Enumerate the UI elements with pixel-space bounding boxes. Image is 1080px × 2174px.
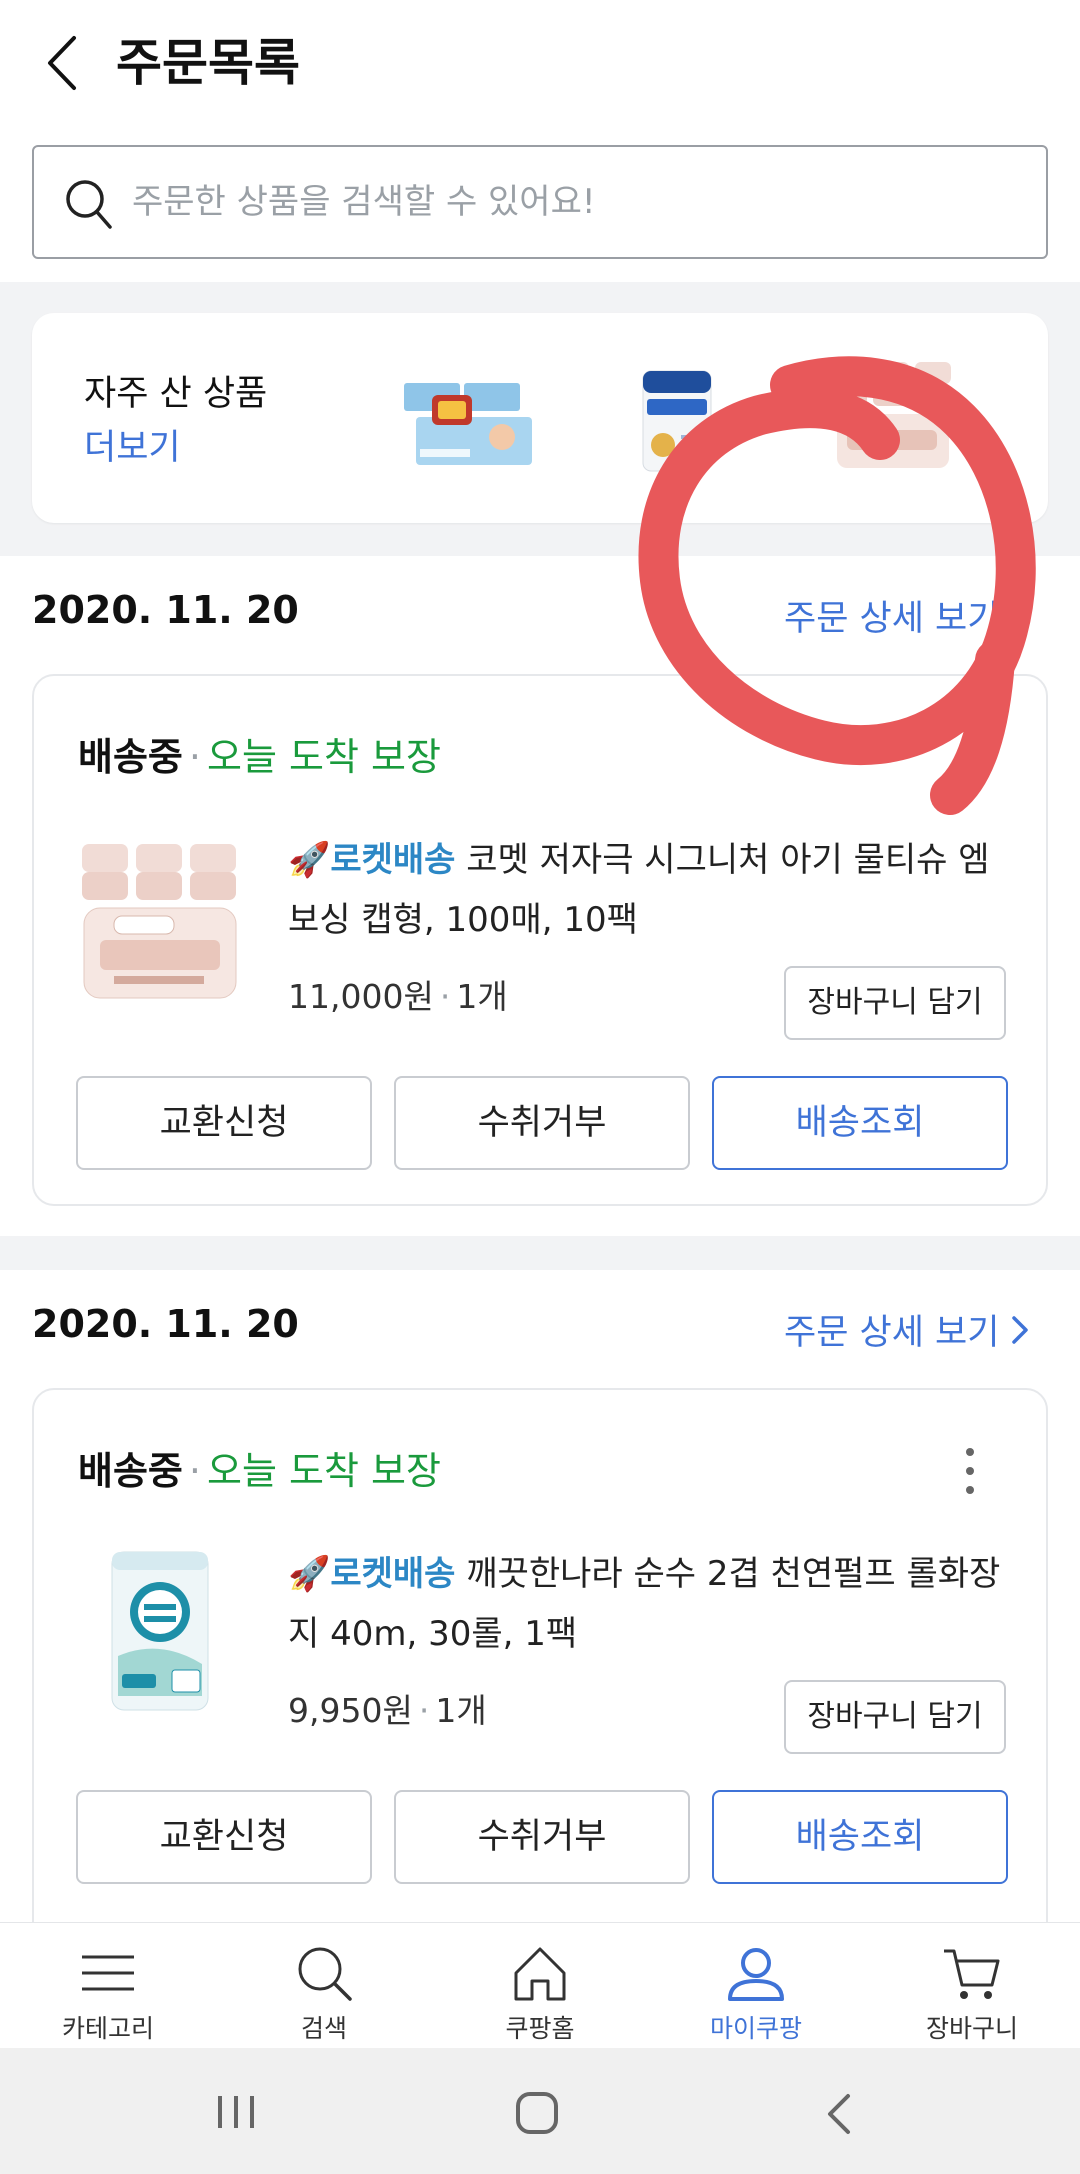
- price-separator: ·: [418, 1691, 430, 1730]
- delivery-status: 배송중 · 오늘 도착 보장: [78, 1440, 441, 1495]
- order-detail-link[interactable]: 주문 상세 보기: [784, 590, 999, 641]
- frequent-products-card: 자주 산 상품 더보기: [32, 313, 1048, 523]
- status-separator: ·: [188, 735, 201, 779]
- nav-label: 쿠팡홈: [505, 2014, 575, 2043]
- product-image-toilet-paper[interactable]: [74, 1546, 244, 1716]
- rocket-delivery-label: 로켓배송: [330, 1554, 456, 1594]
- rocket-delivery-label: 로켓배송: [330, 840, 456, 880]
- status-label: 배송중: [78, 735, 183, 779]
- price-value: 11,000원: [288, 977, 434, 1016]
- nav-item-home[interactable]: 쿠팡홈: [432, 1923, 648, 2049]
- page-title: 주문목록: [116, 34, 300, 92]
- rocket-icon: 🚀: [288, 1554, 331, 1594]
- search-icon: [66, 180, 112, 229]
- price-value: 9,950원: [288, 1691, 413, 1730]
- order-section: 2020. 11. 20 주문 상세 보기 배송중 · 오늘 도착 보장 🚀로켓배송…: [0, 1270, 1080, 1948]
- price-separator: ·: [439, 977, 451, 1016]
- product-price: 9,950원 · 1개: [288, 1684, 487, 1732]
- frequent-product-thumbnail-formula[interactable]: [637, 365, 717, 477]
- home-icon: [514, 1947, 566, 2001]
- add-to-cart-button[interactable]: 장바구니 담기: [784, 1680, 1006, 1754]
- menu-icon: [82, 1955, 134, 1991]
- search-placeholder: 주문한 상품을 검색할 수 있어요!: [132, 182, 596, 222]
- product-image-wipes[interactable]: [74, 836, 244, 1006]
- product-price: 11,000원 · 1개: [288, 970, 508, 1018]
- status-separator: ·: [188, 1449, 201, 1493]
- frequent-product-thumbnail-diapers[interactable]: [402, 373, 552, 473]
- nav-label: 카테고리: [61, 2014, 154, 2043]
- track-delivery-button[interactable]: 배송조회: [712, 1076, 1008, 1170]
- more-options-icon[interactable]: [960, 1446, 980, 1496]
- order-search-input[interactable]: 주문한 상품을 검색할 수 있어요!: [32, 145, 1048, 259]
- quantity: 1개: [456, 977, 508, 1016]
- rocket-icon: 🚀: [288, 840, 331, 880]
- system-navigation-bar: [0, 2048, 1080, 2174]
- exchange-request-button[interactable]: 교환신청: [76, 1076, 372, 1170]
- product-title[interactable]: 🚀로켓배송 코멧 저자극 시그니처 아기 물티슈 엠보싱 캡형, 100매, 1…: [288, 830, 1008, 950]
- nav-item-search[interactable]: 검색: [216, 1923, 432, 2049]
- exchange-request-button[interactable]: 교환신청: [76, 1790, 372, 1884]
- nav-label: 마이쿠팡: [709, 2014, 802, 2043]
- nav-item-category[interactable]: 카테고리: [0, 1923, 216, 2049]
- arrival-guarantee: 오늘 도착 보장: [206, 1449, 441, 1493]
- nav-label: 장바구니: [925, 2014, 1018, 2043]
- recent-apps-icon[interactable]: [214, 2092, 258, 2132]
- system-back-icon[interactable]: [824, 2092, 854, 2136]
- order-card: 배송중 · 오늘 도착 보장 🚀로켓배송 깨끗한나라 순수 2겹 천연펄프 롤화장지…: [32, 1388, 1048, 1948]
- chevron-right-icon[interactable]: [1008, 1312, 1032, 1348]
- nav-label: 검색: [300, 2014, 347, 2043]
- add-to-cart-button[interactable]: 장바구니 담기: [784, 966, 1006, 1040]
- quantity: 1개: [435, 1691, 487, 1730]
- refuse-receipt-button[interactable]: 수취거부: [394, 1790, 690, 1884]
- delivery-status: 배송중 · 오늘 도착 보장: [78, 726, 441, 781]
- bottom-navigation: 카테고리 검색 쿠팡홈 마이쿠팡 장바구니: [0, 1922, 1080, 2049]
- home-button-icon[interactable]: [514, 2090, 560, 2136]
- product-title[interactable]: 🚀로켓배송 깨끗한나라 순수 2겹 천연펄프 롤화장지 40m, 30롤, 1팩: [288, 1544, 1008, 1664]
- frequent-products-title: 자주 산 상품: [84, 374, 268, 414]
- order-card: 배송중 · 오늘 도착 보장 🚀로켓배송 코멧 저자극 시그니처 아기 물티슈 엠보…: [32, 674, 1048, 1206]
- refuse-receipt-button[interactable]: 수취거부: [394, 1076, 690, 1170]
- back-arrow-icon[interactable]: [40, 30, 84, 96]
- frequent-products-more-link[interactable]: 더보기: [84, 419, 181, 470]
- search-icon: [298, 1947, 352, 2001]
- cart-icon: [944, 1949, 1000, 1999]
- status-label: 배송중: [78, 1449, 183, 1493]
- order-detail-link[interactable]: 주문 상세 보기: [784, 1304, 999, 1355]
- user-icon: [728, 1948, 784, 2001]
- order-date: 2020. 11. 20: [32, 1302, 299, 1346]
- nav-item-my-coupang[interactable]: 마이쿠팡: [648, 1923, 864, 2049]
- track-delivery-button[interactable]: 배송조회: [712, 1790, 1008, 1884]
- arrival-guarantee: 오늘 도착 보장: [206, 735, 441, 779]
- order-section: 2020. 11. 20 주문 상세 보기 배송중 · 오늘 도착 보장 🚀로켓배송…: [0, 556, 1080, 1236]
- frequent-product-thumbnail-wipes[interactable]: [827, 358, 957, 473]
- order-date: 2020. 11. 20: [32, 588, 299, 632]
- header: 주문목록 주문한 상품을 검색할 수 있어요!: [0, 0, 1080, 282]
- nav-item-cart[interactable]: 장바구니: [864, 1923, 1080, 2049]
